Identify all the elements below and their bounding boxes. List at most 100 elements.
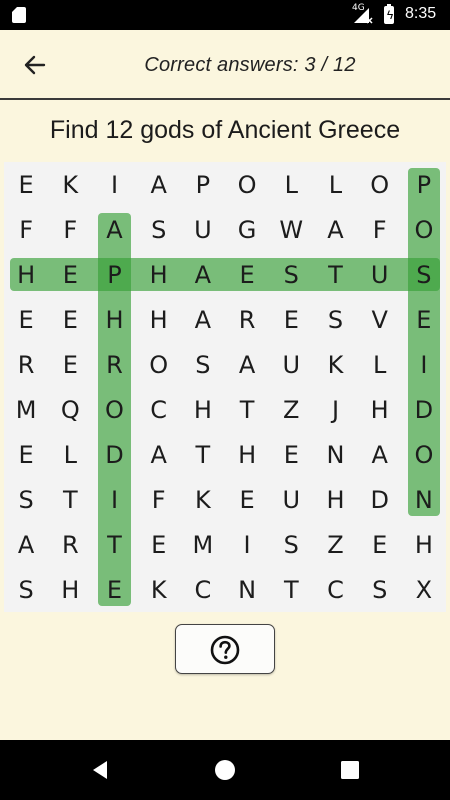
grid-cell[interactable]: S (4, 477, 48, 522)
grid-cell[interactable]: L (269, 162, 313, 207)
grid-cell[interactable]: O (402, 432, 446, 477)
grid-cell[interactable]: E (269, 297, 313, 342)
nav-back-icon[interactable] (88, 758, 112, 782)
grid-cell[interactable]: A (137, 162, 181, 207)
grid-cell[interactable]: F (358, 207, 402, 252)
grid-cell[interactable]: E (137, 522, 181, 567)
nav-home-icon[interactable] (213, 758, 237, 782)
back-arrow-icon[interactable] (16, 46, 54, 84)
grid-cell[interactable]: U (269, 342, 313, 387)
grid-cell[interactable]: A (137, 432, 181, 477)
grid-cell[interactable]: E (269, 432, 313, 477)
grid-cell[interactable]: N (313, 432, 357, 477)
nav-recents-icon[interactable] (338, 758, 362, 782)
grid-cell[interactable]: E (4, 432, 48, 477)
grid-cell[interactable]: H (48, 567, 92, 612)
grid-cell[interactable]: S (402, 252, 446, 297)
grid-cell[interactable]: F (137, 477, 181, 522)
grid-cell[interactable]: V (358, 297, 402, 342)
grid-cell[interactable]: P (92, 252, 136, 297)
hint-button[interactable] (175, 624, 275, 674)
grid-cell[interactable]: K (48, 162, 92, 207)
grid-cell[interactable]: I (92, 162, 136, 207)
grid-cell[interactable]: A (358, 432, 402, 477)
grid-cell[interactable]: J (313, 387, 357, 432)
grid-cell[interactable]: R (48, 522, 92, 567)
grid-cell[interactable]: I (225, 522, 269, 567)
grid-cell[interactable]: O (402, 207, 446, 252)
grid-cell[interactable]: T (181, 432, 225, 477)
grid-cell[interactable]: L (48, 432, 92, 477)
grid-cell[interactable]: C (313, 567, 357, 612)
grid-cell[interactable]: E (225, 477, 269, 522)
grid-cell[interactable]: S (4, 567, 48, 612)
grid-cell[interactable]: O (92, 387, 136, 432)
grid-cell[interactable]: X (402, 567, 446, 612)
grid-cell[interactable]: A (225, 342, 269, 387)
grid-cell[interactable]: U (269, 477, 313, 522)
grid-cell[interactable]: S (269, 522, 313, 567)
grid-cell[interactable]: T (269, 567, 313, 612)
grid-cell[interactable]: W (269, 207, 313, 252)
grid-cell[interactable]: A (181, 252, 225, 297)
grid-cell[interactable]: Q (48, 387, 92, 432)
grid-cell[interactable]: S (313, 297, 357, 342)
grid-cell[interactable]: S (358, 567, 402, 612)
grid-cell[interactable]: A (92, 207, 136, 252)
grid-cell[interactable]: N (225, 567, 269, 612)
grid-cell[interactable]: T (48, 477, 92, 522)
grid-cell[interactable]: R (92, 342, 136, 387)
grid-cell[interactable]: P (402, 162, 446, 207)
grid-cell[interactable]: U (181, 207, 225, 252)
grid-cell[interactable]: H (358, 387, 402, 432)
grid-cell[interactable]: E (92, 567, 136, 612)
grid-cell[interactable]: O (225, 162, 269, 207)
grid-cell[interactable]: Z (313, 522, 357, 567)
grid-cell[interactable]: A (181, 297, 225, 342)
grid-cell[interactable]: H (92, 297, 136, 342)
grid-cell[interactable]: H (4, 252, 48, 297)
grid-cell[interactable]: S (181, 342, 225, 387)
grid-cell[interactable]: E (358, 522, 402, 567)
grid-cell[interactable]: T (225, 387, 269, 432)
grid-cell[interactable]: H (137, 252, 181, 297)
grid-cell[interactable]: C (181, 567, 225, 612)
grid-cell[interactable]: M (4, 387, 48, 432)
grid-cell[interactable]: O (137, 342, 181, 387)
word-search-grid[interactable]: EKIAPOLLOPFFASUGWAFOHEPHAESTUSEEHHARESVE… (4, 162, 446, 612)
grid-cell[interactable]: E (225, 252, 269, 297)
grid-cell[interactable]: L (358, 342, 402, 387)
grid-cell[interactable]: R (225, 297, 269, 342)
grid-cell[interactable]: A (313, 207, 357, 252)
grid-cell[interactable]: D (358, 477, 402, 522)
grid-cell[interactable]: E (48, 342, 92, 387)
grid-cell[interactable]: E (4, 162, 48, 207)
grid-cell[interactable]: U (358, 252, 402, 297)
grid-cell[interactable]: M (181, 522, 225, 567)
grid-cell[interactable]: K (137, 567, 181, 612)
grid-cell[interactable]: K (181, 477, 225, 522)
grid-cell[interactable]: I (92, 477, 136, 522)
grid-cell[interactable]: H (402, 522, 446, 567)
grid-cell[interactable]: S (269, 252, 313, 297)
grid-cell[interactable]: E (48, 252, 92, 297)
grid-cell[interactable]: R (4, 342, 48, 387)
grid-cell[interactable]: A (4, 522, 48, 567)
grid-cell[interactable]: T (313, 252, 357, 297)
grid-cell[interactable]: D (402, 387, 446, 432)
grid-cell[interactable]: D (92, 432, 136, 477)
grid-cell[interactable]: H (313, 477, 357, 522)
grid-cell[interactable]: C (137, 387, 181, 432)
grid-cell[interactable]: K (313, 342, 357, 387)
grid-cell[interactable]: T (92, 522, 136, 567)
grid-cell[interactable]: F (48, 207, 92, 252)
grid-cell[interactable]: H (181, 387, 225, 432)
grid-cell[interactable]: E (48, 297, 92, 342)
grid-cell[interactable]: E (402, 297, 446, 342)
grid-cell[interactable]: F (4, 207, 48, 252)
grid-cell[interactable]: S (137, 207, 181, 252)
grid-cell[interactable]: Z (269, 387, 313, 432)
grid-cell[interactable]: P (181, 162, 225, 207)
grid-cell[interactable]: H (225, 432, 269, 477)
grid-cell[interactable]: G (225, 207, 269, 252)
